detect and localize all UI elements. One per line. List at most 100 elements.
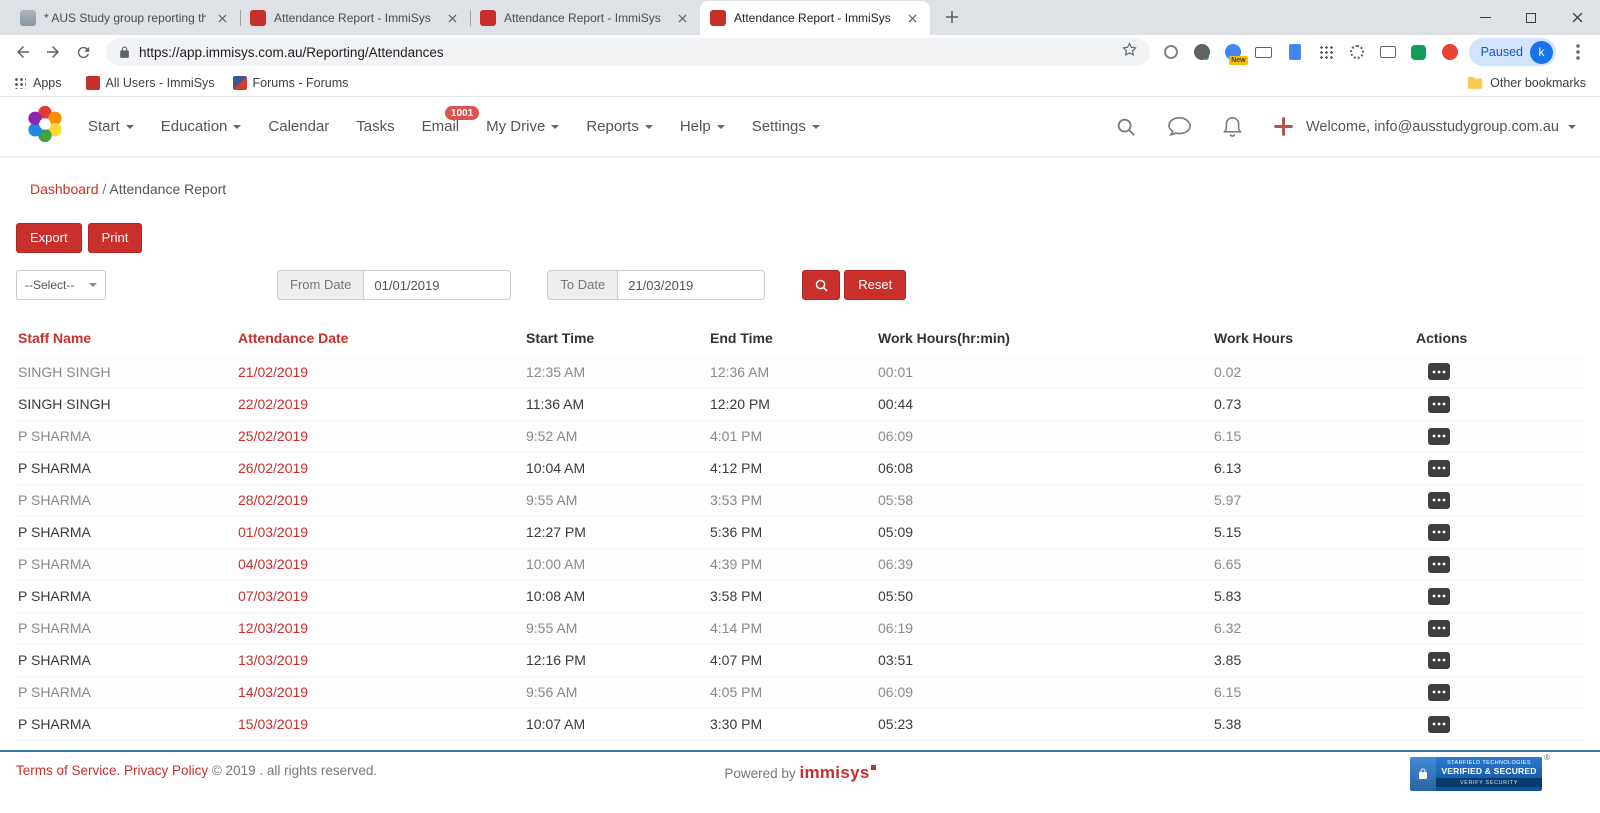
immisys-logo[interactable] xyxy=(24,103,66,150)
work-hours-hrmin-cell: 06:39 xyxy=(876,548,1212,580)
keyboard-extension-icon[interactable] xyxy=(1251,39,1277,65)
row-actions-button[interactable] xyxy=(1428,556,1450,573)
bookmarks-bar: Apps All Users - ImmiSysForums - Forums … xyxy=(0,69,1600,97)
seal-text: STARFIELD TECHNOLOGIES VERIFIED & SECURE… xyxy=(1436,757,1542,791)
breadcrumb-dashboard-link[interactable]: Dashboard xyxy=(30,181,99,197)
notifications-button[interactable] xyxy=(1222,115,1243,139)
filter-search-button[interactable] xyxy=(802,270,840,300)
nav-item-email[interactable]: Email1001 xyxy=(422,118,460,135)
verified-secured-seal[interactable]: STARFIELD TECHNOLOGIES VERIFIED & SECURE… xyxy=(1410,757,1542,791)
refresh-icon xyxy=(75,44,92,61)
new-extension-icon[interactable]: New xyxy=(1220,39,1246,65)
tab-close-icon[interactable] xyxy=(904,10,920,26)
nav-item-help[interactable]: Help xyxy=(680,118,725,135)
actions-cell xyxy=(1414,484,1584,516)
reset-button[interactable]: Reset xyxy=(844,270,906,300)
tab-close-icon[interactable] xyxy=(214,10,230,26)
attendance-date-link[interactable]: 22/02/2019 xyxy=(238,396,308,412)
row-actions-button[interactable] xyxy=(1428,428,1450,445)
attendance-date-link[interactable]: 28/02/2019 xyxy=(238,492,308,508)
start-time-cell: 12:27 PM xyxy=(524,516,708,548)
apps-shortcut[interactable]: Apps xyxy=(14,76,68,90)
attendance-date-link[interactable]: 12/03/2019 xyxy=(238,620,308,636)
camera-extension-icon[interactable] xyxy=(1375,39,1401,65)
nav-item-start[interactable]: Start xyxy=(88,118,134,135)
attendance-date-link[interactable]: 14/03/2019 xyxy=(238,684,308,700)
row-actions-button[interactable] xyxy=(1428,396,1450,413)
row-actions-button[interactable] xyxy=(1428,620,1450,637)
browser-tab[interactable]: * AUS Study group reporting tha... xyxy=(10,1,240,35)
export-button[interactable]: Export xyxy=(16,223,82,253)
chevron-down-icon xyxy=(89,283,97,287)
row-actions-button[interactable] xyxy=(1428,588,1450,605)
grid-extension-icon[interactable] xyxy=(1313,39,1339,65)
browser-menu-button[interactable] xyxy=(1564,38,1592,66)
tab-close-icon[interactable] xyxy=(674,10,690,26)
docs-extension-icon[interactable] xyxy=(1282,39,1308,65)
bookmark-item[interactable]: Forums - Forums xyxy=(233,76,349,90)
to-date-input[interactable] xyxy=(617,270,765,300)
nav-item-tasks[interactable]: Tasks xyxy=(356,118,394,135)
attendance-date-link[interactable]: 07/03/2019 xyxy=(238,588,308,604)
attendance-date-link[interactable]: 21/02/2019 xyxy=(238,364,308,380)
new-tab-button[interactable] xyxy=(938,3,966,31)
browser-tab[interactable]: Attendance Report - ImmiSys xyxy=(700,1,930,35)
refresh-button[interactable] xyxy=(68,37,98,67)
ring-extension-icon[interactable] xyxy=(1158,39,1184,65)
logo-pinwheel-icon xyxy=(24,103,66,145)
chat-button[interactable] xyxy=(1167,116,1192,138)
row-actions-button[interactable] xyxy=(1428,492,1450,509)
phone-extension-icon[interactable] xyxy=(1406,39,1432,65)
attendance-date-link[interactable]: 13/03/2019 xyxy=(238,652,308,668)
window-controls xyxy=(1462,0,1600,35)
row-actions-button[interactable] xyxy=(1428,524,1450,541)
nav-item-my-drive[interactable]: My Drive xyxy=(486,118,559,135)
gear-extension-icon[interactable] xyxy=(1344,39,1370,65)
close-button[interactable] xyxy=(1554,0,1600,35)
row-actions-button[interactable] xyxy=(1428,363,1450,380)
nav-item-education[interactable]: Education xyxy=(161,118,242,135)
nav-item-reports[interactable]: Reports xyxy=(586,118,653,135)
search-button[interactable] xyxy=(1115,116,1137,138)
address-bar[interactable]: https://app.immisys.com.au/Reporting/Att… xyxy=(106,38,1150,66)
browser-tab[interactable]: Attendance Report - ImmiSys xyxy=(470,1,700,35)
footer-powered-by: Powered by immisys xyxy=(0,763,1600,783)
attendance-date-link[interactable]: 26/02/2019 xyxy=(238,460,308,476)
bookmark-star-button[interactable] xyxy=(1121,41,1138,63)
minimize-button[interactable] xyxy=(1462,0,1508,35)
brand-mark-icon xyxy=(871,765,876,770)
nav-item-settings[interactable]: Settings xyxy=(752,118,820,135)
start-time-cell: 9:55 AM xyxy=(524,612,708,644)
tab-close-icon[interactable] xyxy=(444,10,460,26)
filter-bar: --Select-- From Date To Date Reset xyxy=(16,270,1584,300)
color-extension-icon[interactable] xyxy=(1437,39,1463,65)
attendance-date-link[interactable]: 04/03/2019 xyxy=(238,556,308,572)
maximize-button[interactable] xyxy=(1508,0,1554,35)
account-menu[interactable]: Welcome, info@ausstudygroup.com.au xyxy=(1306,119,1576,135)
forward-button[interactable] xyxy=(38,37,68,67)
bookmark-item[interactable]: All Users - ImmiSys xyxy=(86,76,215,90)
attendance-table-head: Staff NameAttendance DateStart TimeEnd T… xyxy=(16,320,1584,356)
browser-tab[interactable]: Attendance Report - ImmiSys xyxy=(240,1,470,35)
back-button[interactable] xyxy=(8,37,38,67)
row-actions-button[interactable] xyxy=(1428,652,1450,669)
sync-paused-chip[interactable]: Paused k xyxy=(1469,38,1556,66)
work-hours-hrmin-cell: 06:19 xyxy=(876,612,1212,644)
from-date-group: From Date xyxy=(277,270,511,300)
nav-item-calendar[interactable]: Calendar xyxy=(268,118,329,135)
row-actions-button[interactable] xyxy=(1428,460,1450,477)
attendance-date-link[interactable]: 25/02/2019 xyxy=(238,428,308,444)
staff-select[interactable]: --Select-- xyxy=(16,270,106,300)
from-date-input[interactable] xyxy=(363,270,511,300)
work-hours-cell: 3.85 xyxy=(1212,644,1414,676)
actions-cell xyxy=(1414,580,1584,612)
print-button[interactable]: Print xyxy=(88,223,143,253)
circle-extension-icon[interactable] xyxy=(1189,39,1215,65)
other-bookmarks-button[interactable]: Other bookmarks xyxy=(1467,76,1586,90)
row-actions-button[interactable] xyxy=(1428,716,1450,733)
add-button[interactable] xyxy=(1273,116,1294,137)
row-actions-button[interactable] xyxy=(1428,684,1450,701)
attendance-date-link[interactable]: 01/03/2019 xyxy=(238,524,308,540)
attendance-date-link[interactable]: 15/03/2019 xyxy=(238,716,308,732)
actions-cell xyxy=(1414,612,1584,644)
